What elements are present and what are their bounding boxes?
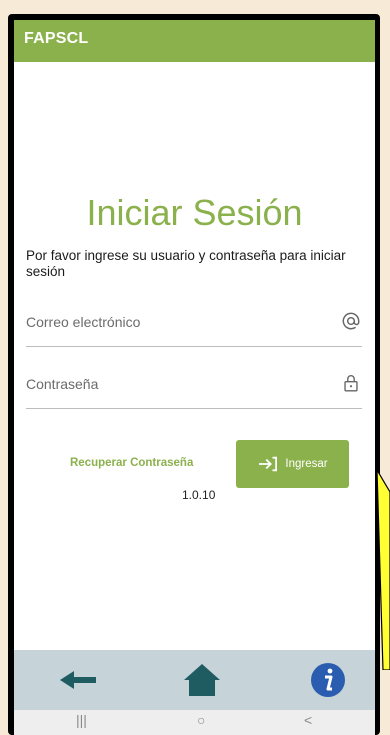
app-version: 1.0.10 — [182, 488, 216, 502]
info-icon[interactable] — [306, 660, 350, 700]
email-field[interactable]: Correo electrónico — [26, 304, 362, 347]
login-icon — [259, 456, 278, 472]
callout-arrow-shape — [376, 470, 390, 670]
login-button[interactable]: Ingresar — [236, 440, 349, 488]
lock-icon — [344, 375, 358, 392]
page-title: Iniciar Sesión — [86, 192, 303, 233]
system-home-button[interactable]: ○ — [197, 712, 205, 728]
home-icon[interactable] — [180, 660, 224, 700]
password-field[interactable]: Contraseña — [26, 366, 362, 409]
app-bar: FAPSCL — [14, 20, 375, 62]
recover-password-link[interactable]: Recuperar Contraseña — [70, 457, 193, 469]
back-arrow-icon[interactable] — [56, 660, 100, 700]
recents-button[interactable]: ||| — [76, 712, 87, 728]
bottom-navigation — [14, 650, 375, 710]
app-title: FAPSCL — [24, 30, 89, 47]
at-sign-icon — [342, 312, 360, 330]
system-back-button[interactable]: < — [304, 712, 312, 728]
password-label: Contraseña — [26, 376, 99, 392]
login-instructions: Por favor ingrese su usuario y contraseñ… — [26, 248, 346, 279]
login-button-label: Ingresar — [285, 458, 328, 470]
app-screen: FAPSCL Iniciar Sesión Por favor ingrese … — [14, 20, 375, 735]
email-label: Correo electrónico — [26, 314, 141, 330]
system-navigation-bar: ||| ○ < — [14, 710, 375, 735]
